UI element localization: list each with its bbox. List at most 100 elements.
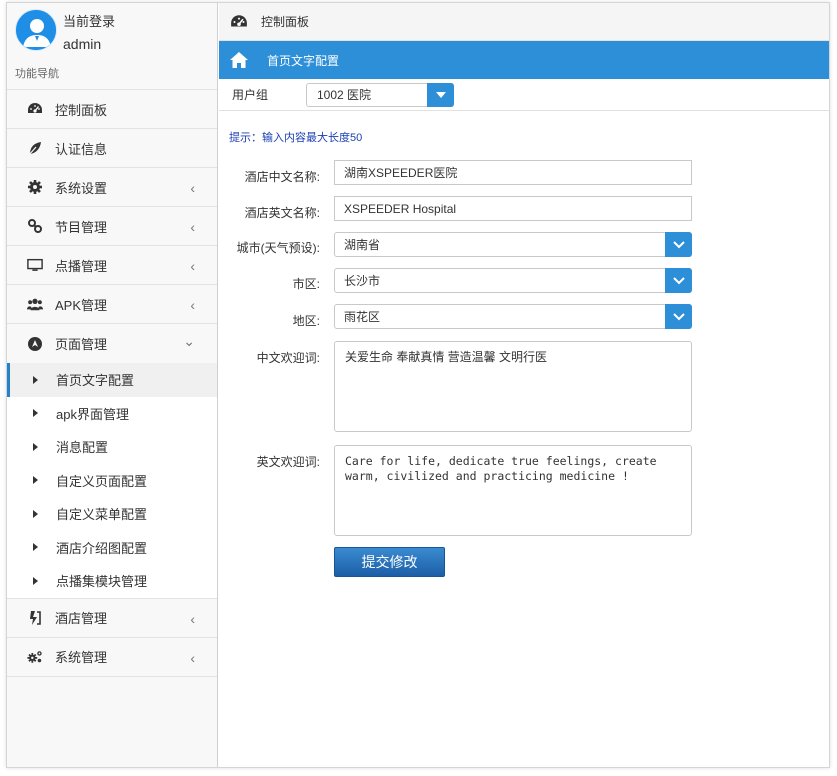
user-group-label: 用户组 bbox=[232, 88, 269, 102]
gear-icon bbox=[27, 179, 43, 195]
submenu-item-label: 消息配置 bbox=[56, 440, 109, 456]
leaf-icon bbox=[27, 140, 43, 156]
city-value: 长沙市 bbox=[344, 274, 381, 288]
sidebar-item-label: 点播管理 bbox=[55, 258, 108, 274]
breadcrumb-item[interactable]: 控制面板 bbox=[261, 13, 309, 30]
panel-title: 首页文字配置 bbox=[267, 53, 340, 68]
gears-icon bbox=[27, 649, 43, 665]
chevron-left-icon: ‹ bbox=[190, 610, 195, 627]
welcome-cn-label: 中文欢迎词: bbox=[256, 351, 320, 365]
sidebar-item-system-settings[interactable]: 系统设置 ‹ bbox=[7, 168, 217, 207]
user-group-row: 用户组 1002 医院 bbox=[219, 79, 829, 111]
province-value: 湖南省 bbox=[344, 238, 381, 252]
submenu-item-label: 首页文字配置 bbox=[56, 373, 135, 389]
hotel-cn-name-label: 酒店中文名称: bbox=[244, 170, 320, 184]
user-avatar-icon bbox=[16, 10, 56, 50]
welcome-cn-textarea[interactable]: 关爱生命 奉献真情 营造温馨 文明行医 bbox=[334, 341, 692, 432]
sidebar-item-system-management[interactable]: 系统管理 ‹ bbox=[7, 637, 217, 677]
hotel-cn-name-input[interactable]: 湖南XSPEEDER医院 bbox=[334, 160, 692, 185]
city-label: 市区: bbox=[292, 277, 320, 291]
dropdown-button[interactable] bbox=[665, 268, 692, 293]
caret-right-icon bbox=[33, 409, 38, 418]
sidebar-item-vod-management[interactable]: 点播管理 ‹ bbox=[7, 246, 217, 285]
sidebar-item-label: 控制面板 bbox=[55, 102, 108, 118]
caret-right-icon bbox=[33, 576, 38, 585]
chevron-left-icon: ‹ bbox=[190, 649, 195, 666]
submenu-item-message-config[interactable]: 消息配置 bbox=[7, 430, 217, 464]
compass-icon bbox=[27, 336, 43, 352]
welcome-en-textarea[interactable]: Care for life, dedicate true feelings, c… bbox=[334, 445, 692, 536]
chevron-left-icon: ‹ bbox=[190, 180, 195, 196]
submenu-item-custom-page-config[interactable]: 自定义页面配置 bbox=[7, 463, 217, 497]
hotel-en-name-input[interactable]: XSPEEDER Hospital bbox=[334, 196, 692, 221]
caret-down-icon bbox=[435, 91, 446, 98]
caret-right-icon bbox=[33, 442, 38, 451]
sidebar-item-program-management[interactable]: 节目管理 ‹ bbox=[7, 207, 217, 246]
sidebar-item-page-management[interactable]: 页面管理 ⌄ bbox=[7, 324, 217, 363]
district-label: 地区: bbox=[292, 314, 320, 328]
dropdown-button[interactable] bbox=[427, 82, 454, 107]
submenu-item-vod-module-management[interactable]: 点播集模块管理 bbox=[7, 564, 217, 598]
nav-caption: 功能导航 bbox=[15, 68, 59, 80]
link-icon bbox=[27, 218, 43, 234]
district-value: 雨花区 bbox=[344, 310, 381, 324]
chevron-down-icon bbox=[672, 240, 685, 248]
username: admin bbox=[63, 36, 102, 52]
submenu-item-apk-ui-management[interactable]: apk界面管理 bbox=[7, 396, 217, 430]
submenu-item-hotel-intro-image-config[interactable]: 酒店介绍图配置 bbox=[7, 530, 217, 564]
caret-right-icon bbox=[33, 476, 38, 485]
chevron-left-icon: ‹ bbox=[190, 258, 195, 274]
city-weather-label: 城市(天气预设): bbox=[236, 241, 320, 255]
sidebar-item-hotel-management[interactable]: 酒店管理 ‹ bbox=[7, 598, 217, 638]
avatar bbox=[15, 9, 57, 51]
sidebar-item-auth-info[interactable]: 认证信息 bbox=[7, 129, 217, 168]
sidebar-item-label: 系统设置 bbox=[55, 180, 108, 196]
city-select[interactable]: 长沙市 bbox=[334, 268, 692, 293]
login-status-label: 当前登录 bbox=[63, 14, 116, 29]
home-icon[interactable] bbox=[229, 51, 249, 69]
caret-right-icon bbox=[33, 509, 38, 518]
hotel-en-name-label: 酒店英文名称: bbox=[244, 206, 320, 220]
sidebar-item-label: 页面管理 bbox=[55, 337, 108, 352]
submenu-item-custom-menu-config[interactable]: 自定义菜单配置 bbox=[7, 497, 217, 531]
user-group-value: 1002 医院 bbox=[317, 88, 372, 102]
submenu-item-label: 自定义页面配置 bbox=[56, 473, 148, 489]
sidebar-item-label: 酒店管理 bbox=[55, 611, 108, 626]
hotel-icon bbox=[27, 610, 43, 626]
submenu-item-label: apk界面管理 bbox=[56, 406, 129, 422]
sidebar-item-label: 节目管理 bbox=[55, 219, 108, 235]
user-panel: 当前登录 admin 功能导航 bbox=[7, 3, 217, 89]
sidebar: 当前登录 admin 功能导航 控制面板 认证信息 系统设置 ‹ 节目管理 ‹ … bbox=[7, 3, 218, 767]
submenu-item-label: 自定义菜单配置 bbox=[56, 507, 148, 523]
chevron-down-icon: ⌄ bbox=[183, 333, 195, 349]
submit-button[interactable]: 提交修改 bbox=[334, 547, 445, 577]
dropdown-button[interactable] bbox=[665, 232, 692, 257]
caret-right-icon bbox=[33, 375, 38, 384]
breadcrumb: 控制面板 bbox=[219, 3, 829, 41]
users-icon bbox=[27, 296, 43, 312]
sidebar-item-dashboard[interactable]: 控制面板 bbox=[7, 90, 217, 129]
sidebar-item-apk-management[interactable]: APK管理 ‹ bbox=[7, 285, 217, 324]
dashboard-icon bbox=[229, 13, 249, 31]
chevron-left-icon: ‹ bbox=[190, 297, 195, 313]
sidebar-item-label: 认证信息 bbox=[55, 141, 108, 157]
submenu-item-label: 酒店介绍图配置 bbox=[56, 540, 148, 556]
dropdown-button[interactable] bbox=[665, 304, 692, 329]
welcome-en-label: 英文欢迎词: bbox=[256, 455, 320, 469]
province-select[interactable]: 湖南省 bbox=[334, 232, 692, 257]
app-window: 当前登录 admin 功能导航 控制面板 认证信息 系统设置 ‹ 节目管理 ‹ … bbox=[6, 2, 830, 768]
caret-right-icon bbox=[33, 543, 38, 552]
district-select[interactable]: 雨花区 bbox=[334, 304, 692, 329]
user-group-select[interactable]: 1002 医院 bbox=[306, 82, 454, 107]
chevron-down-icon bbox=[672, 312, 685, 320]
main-content: 控制面板 首页文字配置 用户组 1002 医院 提示：输入内容最大长度50 酒店… bbox=[219, 3, 829, 767]
submenu-item-home-text-config[interactable]: 首页文字配置 bbox=[7, 363, 217, 397]
chevron-left-icon: ‹ bbox=[190, 219, 195, 235]
sidebar-menu: 控制面板 认证信息 系统设置 ‹ 节目管理 ‹ 点播管理 ‹ APK管理 ‹ 页… bbox=[7, 89, 217, 677]
panel-header: 首页文字配置 bbox=[219, 41, 829, 79]
submenu-item-label: 点播集模块管理 bbox=[56, 574, 148, 590]
sidebar-item-label: APK管理 bbox=[55, 297, 108, 313]
monitor-icon bbox=[27, 257, 43, 273]
dashboard-icon bbox=[27, 101, 43, 117]
hint-text: 提示：输入内容最大长度50 bbox=[229, 132, 363, 144]
